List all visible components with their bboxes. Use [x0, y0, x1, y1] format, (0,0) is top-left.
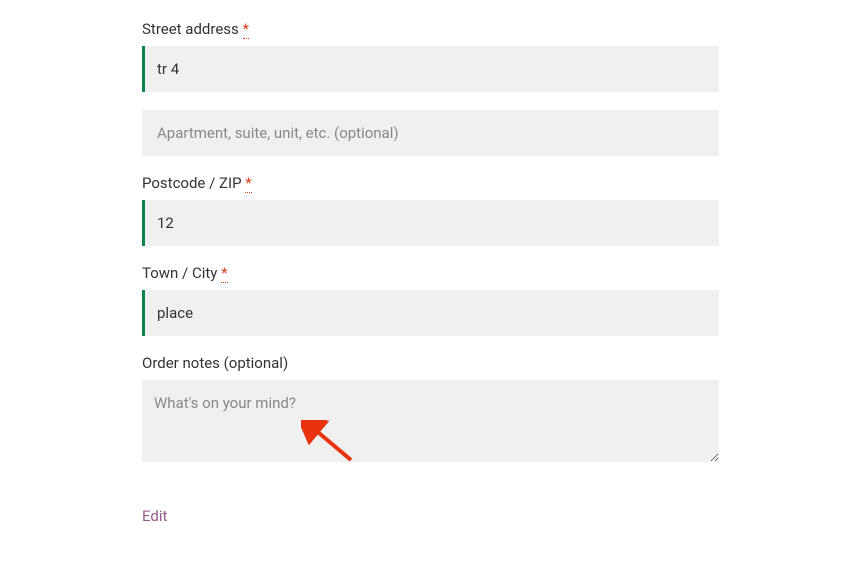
street-address-group: Street address *	[142, 20, 719, 92]
order-notes-textarea[interactable]	[142, 380, 719, 462]
street-address-input[interactable]	[142, 46, 719, 92]
apartment-input[interactable]	[142, 110, 719, 156]
apartment-group	[142, 110, 719, 156]
postcode-group: Postcode / ZIP *	[142, 174, 719, 246]
postcode-label: Postcode / ZIP *	[142, 174, 719, 192]
edit-link[interactable]: Edit	[142, 507, 167, 525]
town-input[interactable]	[142, 290, 719, 336]
checkout-form: Street address * Postcode / ZIP * Town /…	[0, 0, 861, 525]
required-marker: *	[221, 264, 227, 283]
town-group: Town / City *	[142, 264, 719, 336]
town-label-text: Town / City	[142, 264, 217, 282]
postcode-input[interactable]	[142, 200, 719, 246]
town-label: Town / City *	[142, 264, 719, 282]
street-address-label: Street address *	[142, 20, 719, 38]
required-marker: *	[243, 20, 249, 39]
order-notes-group: Order notes (optional)	[142, 354, 719, 466]
required-marker: *	[245, 174, 251, 193]
postcode-label-text: Postcode / ZIP	[142, 174, 242, 192]
street-address-label-text: Street address	[142, 20, 239, 38]
order-notes-label: Order notes (optional)	[142, 354, 719, 372]
